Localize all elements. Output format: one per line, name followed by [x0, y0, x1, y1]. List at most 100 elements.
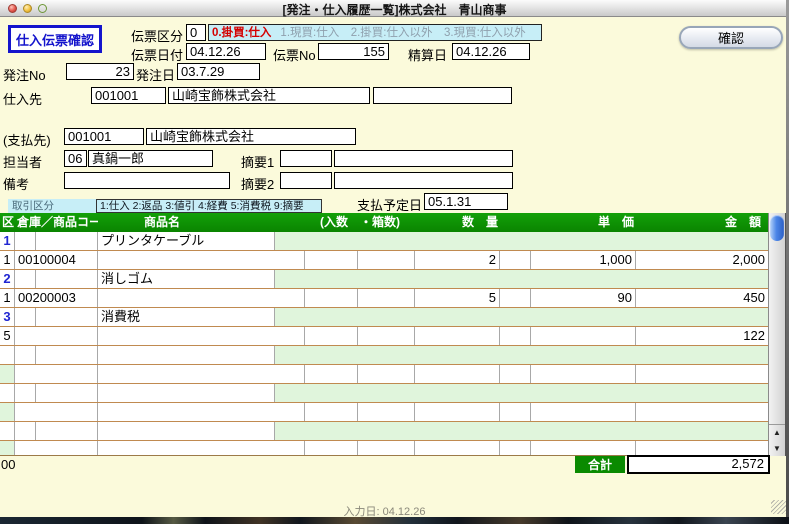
payee-label: (支払先) [3, 130, 51, 149]
cell-product-name [98, 251, 305, 269]
line-items-rows: 1プリンタケーブル10010000421,0002,0002消しゴム100200… [0, 232, 768, 456]
resize-grip[interactable] [771, 500, 786, 514]
cell-price [531, 403, 636, 421]
table-row-detail[interactable]: 100200003590450 [0, 289, 768, 308]
header-warehouse-code: 倉庫／商品コード [15, 213, 98, 232]
cell-amount-area [275, 422, 768, 440]
cell-code [36, 422, 98, 440]
table-row-detail[interactable]: 5122 [0, 327, 768, 346]
slip-type-option-active: 0.掛買:仕入 [209, 26, 271, 40]
table-row-detail[interactable]: 10010000421,0002,000 [0, 251, 768, 270]
order-date-field[interactable]: 03.7.29 [177, 63, 260, 80]
order-no-field[interactable]: 23 [66, 63, 134, 80]
clipped-left-text: 00 [1, 457, 15, 472]
cell-product-name [98, 441, 305, 456]
memo-label: 備考 [3, 174, 29, 193]
summary2-text-field[interactable] [334, 172, 513, 189]
slip-type-option-inactive: 1.現買:仕入 2.掛買:仕入以外 3.現買:仕入以外 [271, 26, 525, 40]
header-qty: 数 量 [415, 213, 500, 232]
cell-kbn [0, 346, 15, 364]
cell-qty [415, 403, 500, 421]
slip-date-label: 伝票日付 [131, 45, 183, 64]
cell-pack-in [305, 251, 358, 269]
order-date-label: 発注日 [136, 65, 175, 84]
table-row-group[interactable] [0, 384, 768, 403]
order-no-label: 発注No [3, 65, 46, 84]
table-row-group[interactable] [0, 422, 768, 441]
cell-price: 1,000 [531, 251, 636, 269]
table-scrollbar[interactable]: ▲ ▼ [768, 213, 786, 456]
cell-code [36, 232, 98, 250]
payee-name-field[interactable]: 山崎宝飾株式会社 [146, 128, 356, 145]
scroll-up-arrow-icon[interactable]: ▲ [769, 425, 785, 441]
table-row-group[interactable]: 1 プリンタケーブル [0, 232, 768, 251]
cell-product-name: 消費税 [98, 308, 275, 326]
table-row-group[interactable]: 3消費税 [0, 308, 768, 327]
supplier-extra-field[interactable] [373, 87, 512, 104]
cell-code [15, 327, 98, 345]
slip-no-field[interactable]: 155 [318, 43, 389, 60]
scrollbar-arrows: ▲ ▼ [769, 424, 785, 456]
cell-amount-area [275, 384, 768, 402]
staff-label: 担当者 [3, 152, 42, 171]
supplier-code-field[interactable]: 001001 [91, 87, 166, 104]
slip-date-field[interactable]: 04.12.26 [186, 43, 266, 60]
window-titlebar[interactable]: [発注・仕入履歴一覧]株式会社 青山商事 [0, 0, 789, 17]
summary1-code-field[interactable] [280, 150, 332, 167]
cell-kbn: 1 [0, 251, 15, 269]
cell-unit [500, 327, 531, 345]
table-row-detail[interactable] [0, 365, 768, 384]
pay-due-date-field[interactable]: 05.1.31 [424, 193, 508, 210]
cell-qty: 2 [415, 251, 500, 269]
cell-pack-in [305, 441, 358, 456]
staff-name-field[interactable]: 真鍋一郎 [88, 150, 213, 167]
cell-product-name [98, 327, 305, 345]
cell-price [531, 327, 636, 345]
cell-product-name [98, 422, 275, 440]
table-row-group[interactable]: 2消しゴム [0, 270, 768, 289]
slip-type-field[interactable]: 0 [186, 24, 206, 41]
slip-type-label: 伝票区分 [131, 26, 183, 45]
cell-kbn [0, 422, 15, 440]
summary1-text-field[interactable] [334, 150, 513, 167]
cell-pack-box [358, 327, 415, 345]
table-row-group[interactable] [0, 346, 768, 365]
cell-pack-box [358, 289, 415, 307]
cell-product-name [98, 289, 305, 307]
table-row-detail[interactable] [0, 403, 768, 422]
settle-date-field[interactable]: 04.12.26 [452, 43, 530, 60]
cell-product-name: プリンタケーブル [98, 232, 275, 250]
summary2-code-field[interactable] [280, 172, 332, 189]
header-spacer [500, 213, 531, 232]
summary1-label: 摘要1 [241, 152, 274, 171]
cell-price: 90 [531, 289, 636, 307]
cell-code [36, 346, 98, 364]
cell-code [36, 270, 98, 288]
supplier-name-field[interactable]: 山崎宝飾株式会社 [168, 87, 370, 104]
header-amount: 金 額 [636, 213, 768, 232]
cell-product-name [98, 403, 305, 421]
cell-unit [500, 289, 531, 307]
cell-pack-box [358, 441, 415, 456]
cell-product-name [98, 365, 305, 383]
txn-type-legend-label: 取引区分 [8, 199, 96, 213]
cell-warehouse [15, 270, 36, 288]
payee-code-field[interactable]: 001001 [64, 128, 144, 145]
scrollbar-thumb[interactable] [770, 215, 784, 241]
cell-product-name [98, 346, 275, 364]
txn-type-legend: 取引区分 1:仕入 2:返品 3:値引 4:経費 5:消費税 9:摘要 [8, 199, 322, 213]
cell-kbn: 2 [0, 270, 15, 288]
settle-date-label: 精算日 [408, 45, 447, 64]
confirm-button[interactable]: 確認 [679, 26, 783, 49]
cell-kbn: 1 [0, 232, 15, 250]
scroll-down-arrow-icon[interactable]: ▼ [769, 441, 785, 457]
cell-amount: 2,000 [636, 251, 768, 269]
cell-kbn [0, 365, 15, 383]
memo-field[interactable] [64, 172, 230, 189]
cell-code [36, 308, 98, 326]
cell-unit [500, 441, 531, 456]
cell-pack-in [305, 365, 358, 383]
cell-amount-area [275, 270, 768, 288]
table-row-detail[interactable] [0, 441, 768, 456]
staff-code-field[interactable]: 06 [64, 150, 87, 167]
